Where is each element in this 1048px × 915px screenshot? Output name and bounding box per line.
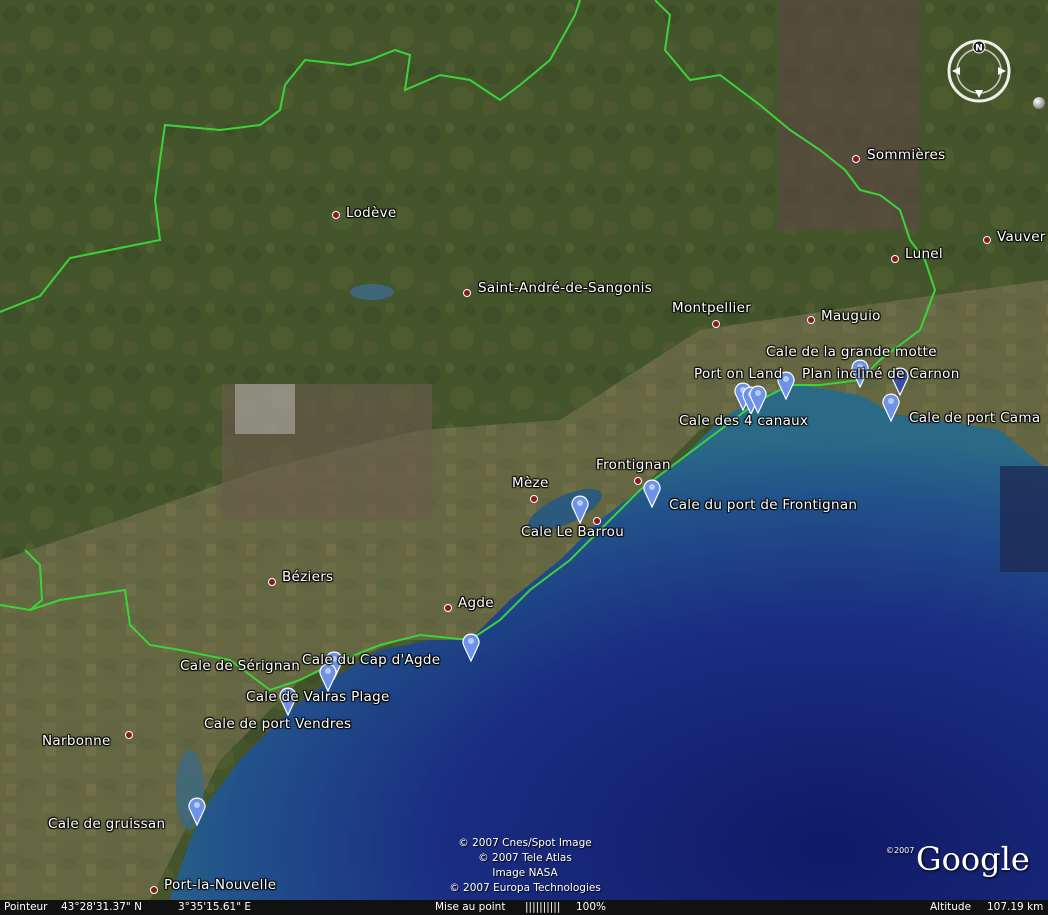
city-label-montpellier: Montpellier <box>672 300 752 316</box>
city-label-frontignan: Frontignan <box>596 457 671 473</box>
altitude-value: 107.19 km <box>987 901 1044 913</box>
altitude-label: Altitude <box>930 901 972 913</box>
city-marker[interactable] <box>530 495 538 503</box>
placemark-label-port-on-land[interactable]: Port on Land <box>694 366 783 382</box>
city-label-beziers: Béziers <box>282 569 334 585</box>
city-marker[interactable] <box>807 316 815 324</box>
city-marker[interactable] <box>125 731 133 739</box>
city-label-lodeve: Lodève <box>346 205 397 221</box>
credit-line: © 2007 Tele Atlas <box>478 852 572 864</box>
placemark-label-frontignan-port[interactable]: Cale du port de Frontignan <box>669 497 857 513</box>
compass-icon[interactable]: N <box>946 38 1012 104</box>
credit-line: © 2007 Europa Technologies <box>449 882 601 894</box>
city-label-agde: Agde <box>458 595 494 611</box>
placemark-pin-icon[interactable] <box>748 384 768 414</box>
city-label-vauvert: Vauver <box>997 229 1046 245</box>
city-marker[interactable] <box>712 320 720 328</box>
city-label-saint-andre: Saint-André-de-Sangonis <box>478 280 653 296</box>
pointer-latitude: 43°28'31.37" N <box>61 901 142 913</box>
google-logo: ©2007 Google <box>886 840 1030 878</box>
city-label-mauguio: Mauguio <box>821 308 881 324</box>
placemark-pin-icon[interactable] <box>461 632 481 662</box>
placemark-pin-icon[interactable] <box>881 392 901 422</box>
focus-progress-bar: |||||||||| <box>525 901 561 913</box>
focus-value: 100% <box>576 901 607 913</box>
city-marker[interactable] <box>444 604 452 612</box>
compass-north-letter: N <box>975 44 983 54</box>
zoom-control-icon[interactable] <box>1033 97 1045 109</box>
placemark-label-le-barrou[interactable]: Cale Le Barrou <box>521 524 624 540</box>
city-marker[interactable] <box>634 477 642 485</box>
pointer-label: Pointeur <box>4 901 48 913</box>
city-marker[interactable] <box>891 255 899 263</box>
placemark-label-carnon[interactable]: Plan incliné de Carnon <box>802 366 960 382</box>
placemark-label-gruissan[interactable]: Cale de gruissan <box>48 816 165 832</box>
logo-year: ©2007 <box>886 846 915 855</box>
placemark-label-port-vendres[interactable]: Cale de port Vendres <box>204 716 351 732</box>
city-label-narbonne: Narbonne <box>42 733 111 749</box>
focus-label: Mise au point <box>435 901 506 913</box>
placemark-label-serignan[interactable]: Cale de Sérignan <box>180 658 300 674</box>
city-label-sommieres: Sommières <box>867 147 946 163</box>
placemark-label-4-canaux[interactable]: Cale des 4 canaux <box>679 413 808 429</box>
city-label-lunel: Lunel <box>905 246 943 262</box>
pointer-longitude: 3°35'15.61" E <box>178 901 252 913</box>
placemark-label-port-cama[interactable]: Cale de port Cama <box>909 410 1040 426</box>
status-bar: Pointeur 43°28'31.37" N 3°35'15.61" E Mi… <box>0 900 1048 915</box>
map-viewport[interactable]: Lodève Saint-André-de-Sangonis Montpelli… <box>0 0 1048 915</box>
credit-line: Image NASA <box>492 867 558 879</box>
city-marker[interactable] <box>852 155 860 163</box>
city-label-port-la-nouvelle: Port-la-Nouvelle <box>164 877 277 893</box>
city-marker[interactable] <box>332 211 340 219</box>
city-marker[interactable] <box>983 236 991 244</box>
placemark-pin-icon[interactable] <box>642 478 662 508</box>
city-marker[interactable] <box>150 886 158 894</box>
city-label-meze: Mèze <box>512 475 549 491</box>
imagery-credits: © 2007 Cnes/Spot Image © 2007 Tele Atlas… <box>420 836 630 896</box>
placemark-label-cap-agde[interactable]: Cale du Cap d'Agde <box>302 652 440 668</box>
placemark-pin-icon[interactable] <box>187 796 207 826</box>
credit-line: © 2007 Cnes/Spot Image <box>458 837 592 849</box>
placemark-label-valras[interactable]: Cale de Valras Plage <box>246 689 390 705</box>
satellite-map[interactable] <box>0 0 1048 900</box>
placemark-pin-icon[interactable] <box>570 494 590 524</box>
placemark-label-grande-motte[interactable]: Cale de la grande motte <box>766 344 937 360</box>
city-marker[interactable] <box>463 289 471 297</box>
city-marker[interactable] <box>268 578 276 586</box>
